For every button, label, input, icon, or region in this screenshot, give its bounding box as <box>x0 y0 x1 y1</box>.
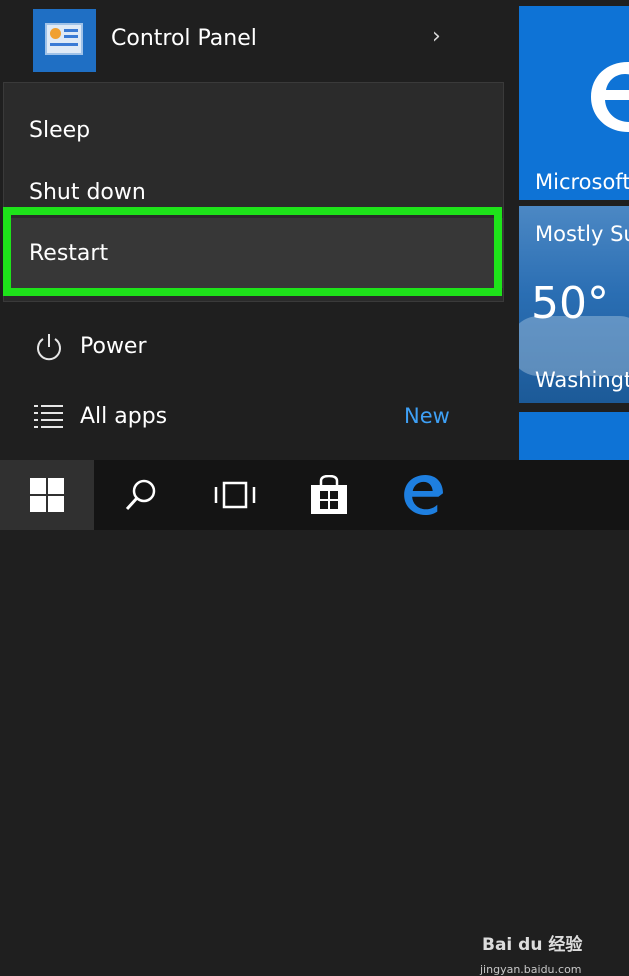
list-icon <box>34 405 63 428</box>
watermark-brand: Bai du 经验 <box>482 935 583 955</box>
weather-location: Washington <box>535 368 629 392</box>
start-menu-left-pane: Control Panel › Sleep Shut down Restart … <box>0 0 516 460</box>
windows-logo-icon <box>30 478 64 512</box>
search-icon <box>125 479 156 511</box>
edge-tile-label: Microsoft Edge <box>535 170 629 194</box>
power-button[interactable]: Power <box>0 318 516 378</box>
power-icon <box>37 334 61 361</box>
new-badge: New <box>404 404 450 428</box>
live-tiles-pane: Microsoft Edge Mostly Sunny 50° Washingt… <box>516 0 629 460</box>
store-icon <box>311 475 347 514</box>
edge-taskbar-button[interactable] <box>376 460 470 530</box>
sleep-option[interactable]: Sleep <box>4 101 503 161</box>
edge-tile[interactable]: Microsoft Edge <box>519 6 629 200</box>
edge-icon <box>404 475 443 515</box>
weather-tile[interactable]: Mostly Sunny 50° Washington <box>519 206 629 403</box>
chevron-right-icon[interactable]: › <box>432 24 441 49</box>
all-apps-label: All apps <box>80 404 168 429</box>
task-view-icon <box>214 481 256 509</box>
control-panel-item[interactable]: Control Panel › <box>0 0 516 82</box>
power-label: Power <box>80 334 147 359</box>
app-tile[interactable] <box>519 412 629 460</box>
weather-temperature: 50° <box>531 278 609 329</box>
task-view-button[interactable] <box>188 460 282 530</box>
control-panel-icon <box>33 9 96 72</box>
weather-condition: Mostly Sunny <box>535 222 629 246</box>
watermark-url: jingyan.baidu.com <box>480 963 582 976</box>
all-apps-button[interactable]: All apps New <box>0 388 516 448</box>
edge-logo-icon <box>591 62 629 132</box>
control-panel-label: Control Panel <box>111 26 257 51</box>
shut-down-label: Shut down <box>29 180 146 205</box>
taskbar: Bai du 经验 jingyan.baidu.com <box>0 460 629 976</box>
restart-highlight-box <box>3 207 502 296</box>
store-button[interactable] <box>282 460 376 530</box>
sleep-label: Sleep <box>29 118 91 143</box>
search-button[interactable] <box>94 460 188 530</box>
start-button[interactable] <box>0 460 94 530</box>
